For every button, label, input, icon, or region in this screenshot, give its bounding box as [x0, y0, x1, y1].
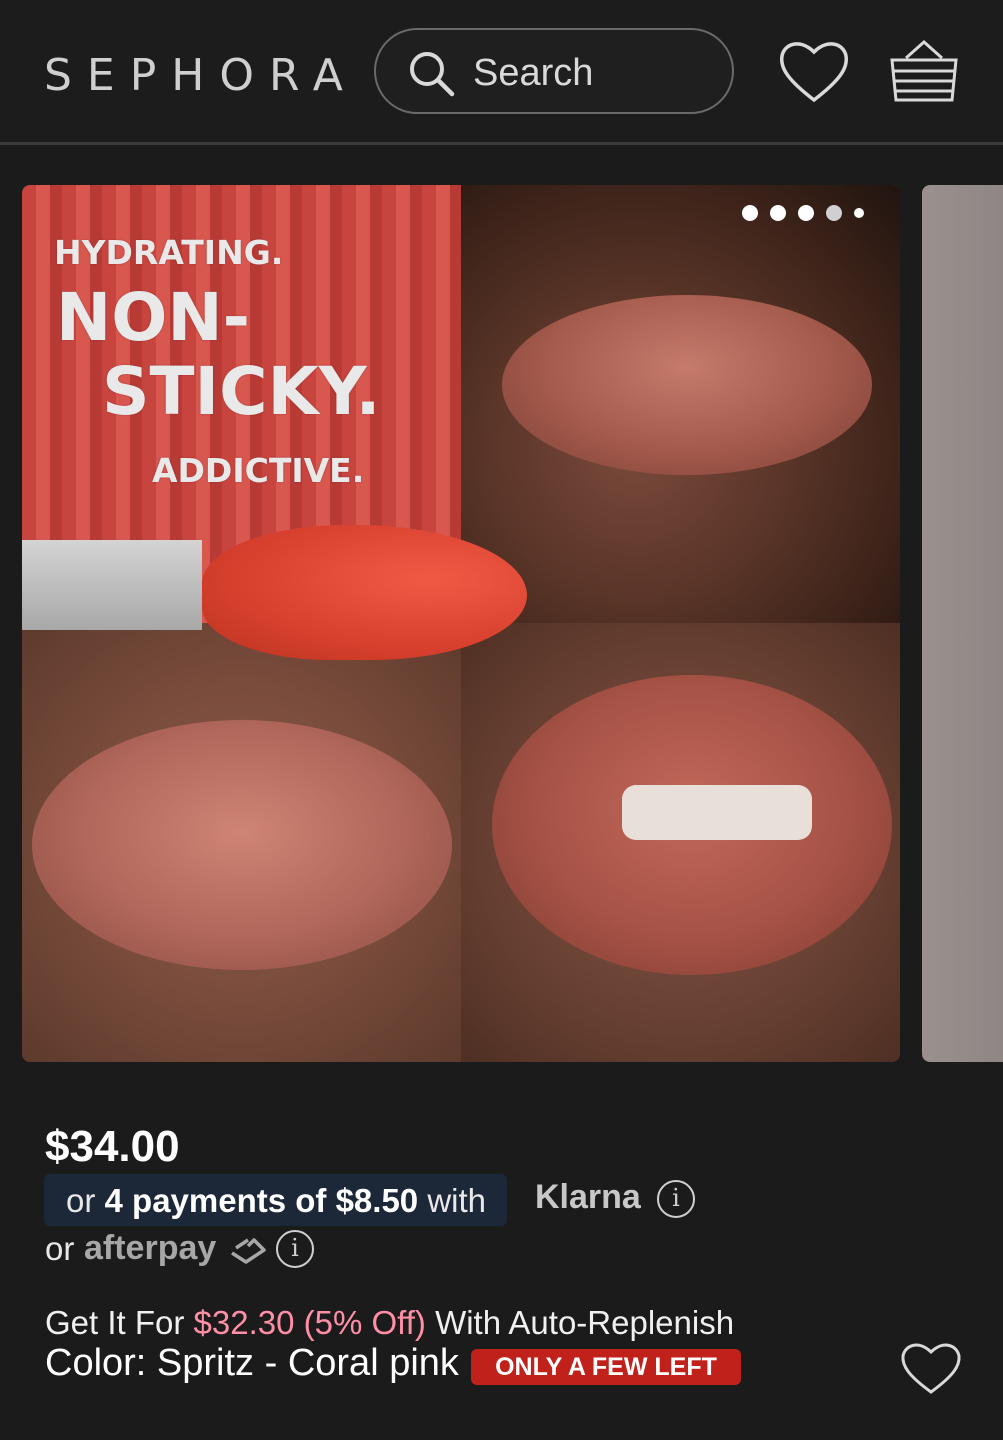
afterpay-prefix: or [45, 1230, 75, 1267]
auto-replenish-suffix: With Auto-Replenish [425, 1304, 735, 1341]
promo-text-hydrating: HYDRATING. [54, 233, 284, 272]
selected-color: Color: Spritz - Coral pink [45, 1342, 459, 1384]
product-image-gallery[interactable]: HYDRATING. NON- STICKY. ADDICTIVE. [22, 185, 900, 1062]
header: SEPHORA Search [0, 0, 1003, 145]
applicator-wand [22, 540, 202, 630]
carousel-dot[interactable] [770, 205, 786, 221]
afterpay-logo: afterpay [84, 1229, 217, 1267]
carousel-dots[interactable] [742, 205, 864, 221]
lips-shape [502, 295, 872, 475]
promo-text-sticky: STICKY. [102, 353, 381, 430]
afterpay-arrows-icon [231, 1238, 266, 1264]
carousel-dot[interactable] [854, 208, 864, 218]
lips-shape [32, 720, 452, 970]
next-image-peek[interactable] [922, 185, 1003, 1062]
auto-replenish-price: $32.30 (5% Off) [193, 1304, 426, 1341]
heart-icon[interactable] [778, 38, 850, 104]
promo-text-addictive: ADDICTIVE. [152, 451, 365, 490]
info-icon[interactable]: i [657, 1180, 695, 1218]
search-icon [410, 52, 455, 97]
klarna-logo: Klarna [535, 1178, 641, 1216]
auto-replenish-offer[interactable]: Get It For $32.30 (5% Off) With Auto-Rep… [45, 1304, 734, 1342]
sephora-logo[interactable]: SEPHORA [44, 50, 358, 101]
promo-text-non: NON- [56, 279, 250, 356]
info-icon[interactable]: i [276, 1230, 314, 1268]
carousel-dot[interactable] [826, 205, 842, 221]
carousel-dot-active[interactable] [798, 205, 814, 221]
favorite-heart-icon[interactable] [900, 1340, 962, 1396]
carousel-dot[interactable] [742, 205, 758, 221]
auto-replenish-prefix: Get It For [45, 1304, 194, 1341]
klarna-payment-info: or 4 payments of $8.50 with [44, 1174, 507, 1226]
search-placeholder: Search [473, 52, 594, 94]
stock-badge: ONLY A FEW LEFT [471, 1349, 741, 1385]
applicator-tip [202, 525, 527, 660]
klarna-suffix: with [418, 1182, 487, 1219]
teeth-shape [622, 785, 812, 840]
search-bar[interactable]: Search [374, 28, 734, 114]
klarna-prefix: or [66, 1182, 105, 1219]
klarna-installments: 4 payments of $8.50 [104, 1182, 419, 1219]
product-price: $34.00 [45, 1122, 180, 1171]
basket-icon[interactable] [888, 38, 960, 104]
